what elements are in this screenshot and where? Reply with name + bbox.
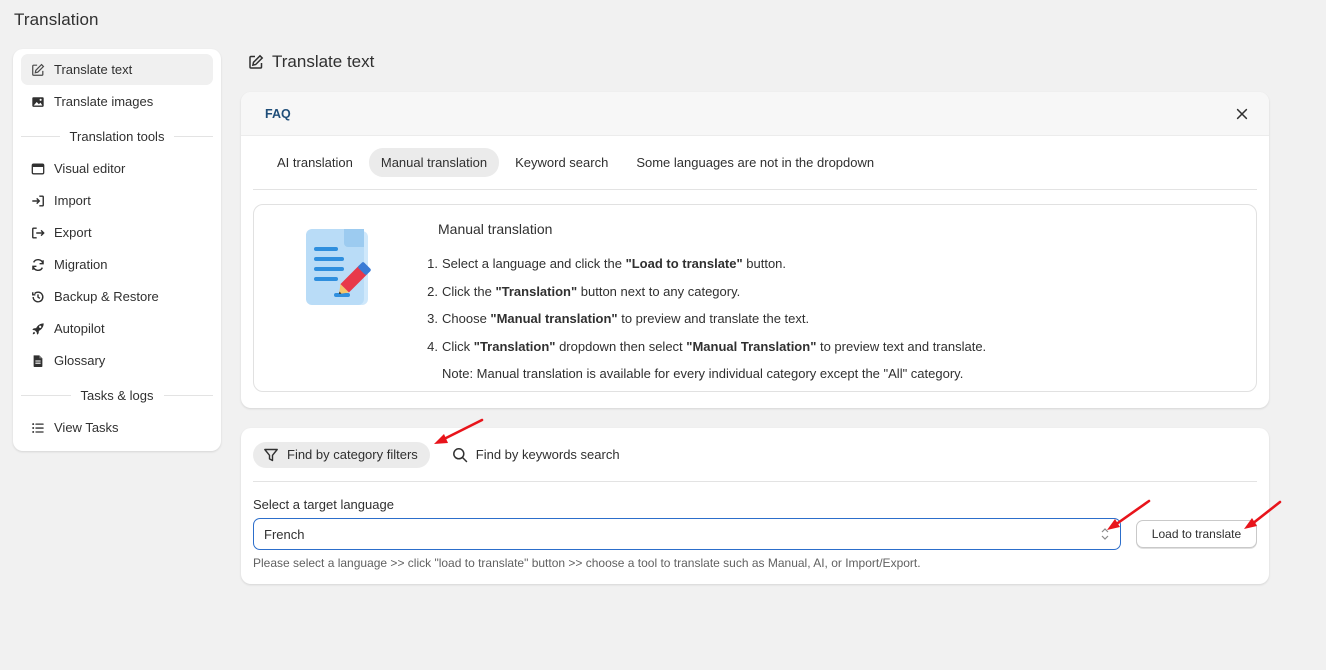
sidebar-item-label: Translate text	[54, 62, 133, 77]
browser-window-icon	[31, 162, 45, 176]
filter-card: Find by category filters Find by keyword…	[241, 428, 1269, 584]
refresh-icon	[31, 258, 45, 272]
sidebar-item-visual-editor[interactable]: Visual editor	[21, 153, 213, 184]
sidebar-item-translate-images[interactable]: Translate images	[21, 86, 213, 117]
target-language-select[interactable]: French	[253, 518, 1121, 550]
edit-icon	[249, 54, 264, 69]
info-title: Manual translation	[438, 221, 553, 237]
step-1: 1. Select a language and click the "Load…	[427, 256, 787, 272]
step-4: 4. Click "Translation" dropdown then sel…	[427, 338, 987, 354]
select-chevron-icon	[1101, 528, 1109, 540]
tab-keywords-search[interactable]: Find by keywords search	[442, 442, 632, 468]
faq-label: FAQ	[265, 106, 291, 121]
sidebar-item-label: Import	[54, 193, 91, 208]
load-to-translate-button[interactable]: Load to translate	[1136, 520, 1257, 548]
app-title: Translation	[14, 10, 99, 29]
sidebar-item-label: Translate images	[54, 94, 154, 109]
sidebar-item-glossary[interactable]: Glossary	[21, 345, 213, 376]
sidebar-item-label: Backup & Restore	[54, 289, 159, 304]
sidebar-item-export[interactable]: Export	[21, 217, 213, 248]
edit-icon	[31, 63, 45, 77]
sidebar-item-label: Visual editor	[54, 161, 126, 176]
sidebar-section-translation-tools: Translation tools	[21, 121, 213, 151]
target-language-value: French	[264, 526, 305, 542]
document-edit-illustration	[306, 229, 371, 305]
sidebar-item-autopilot[interactable]: Autopilot	[21, 313, 213, 344]
faq-header: FAQ	[241, 92, 1269, 136]
faq-card: FAQ AI translation Manual translation Ke…	[241, 92, 1269, 408]
page-title-text: Translate text	[272, 52, 375, 71]
import-icon	[31, 194, 45, 208]
history-icon	[31, 290, 45, 304]
page-title: Translate text	[248, 52, 374, 72]
tab-category-filters[interactable]: Find by category filters	[253, 441, 430, 468]
target-language-label: Select a target language	[253, 497, 394, 512]
sidebar-item-import[interactable]: Import	[21, 185, 213, 216]
step-3: 3. Choose "Manual translation" to previe…	[427, 311, 810, 327]
close-icon[interactable]	[1234, 106, 1250, 122]
sidebar-item-translate-text[interactable]: Translate text	[21, 54, 213, 85]
filter-tabs: Find by category filters Find by keyword…	[253, 428, 1257, 482]
list-icon	[31, 421, 45, 435]
step-note: Note: Manual translation is available fo…	[442, 366, 964, 382]
tab-keyword-search[interactable]: Keyword search	[503, 148, 620, 177]
sidebar: Translate text Translate images Translat…	[13, 49, 221, 451]
sidebar-item-view-tasks[interactable]: View Tasks	[21, 412, 213, 443]
export-icon	[31, 226, 45, 240]
sidebar-item-label: Autopilot	[54, 321, 105, 336]
sidebar-item-label: Glossary	[54, 353, 106, 368]
tab-ai-translation[interactable]: AI translation	[265, 148, 365, 177]
image-icon	[31, 95, 45, 109]
filter-icon	[264, 448, 278, 461]
sidebar-section-tasks-logs: Tasks & logs	[21, 380, 213, 410]
step-2: 2. Click the "Translation" button next t…	[427, 283, 741, 299]
sidebar-item-label: Migration	[54, 257, 108, 272]
tab-missing-languages[interactable]: Some languages are not in the dropdown	[624, 148, 886, 177]
document-icon	[31, 354, 45, 368]
tab-label: Find by keywords search	[475, 447, 620, 462]
sidebar-item-migration[interactable]: Migration	[21, 249, 213, 280]
tab-label: Find by category filters	[287, 447, 418, 462]
tab-manual-translation[interactable]: Manual translation	[368, 148, 500, 177]
help-text: Please select a language >> click "load …	[253, 556, 921, 570]
sidebar-item-label: Export	[54, 225, 92, 240]
manual-translation-info: Manual translation 1. Select a language …	[253, 204, 1257, 392]
sidebar-item-label: View Tasks	[54, 420, 119, 435]
rocket-icon	[31, 322, 45, 336]
sidebar-item-backup-restore[interactable]: Backup & Restore	[21, 281, 213, 312]
search-icon	[452, 447, 468, 462]
faq-tabs: AI translation Manual translation Keywor…	[253, 136, 1257, 190]
steps-list: 1. Select a language and click the "Load…	[422, 250, 1222, 388]
